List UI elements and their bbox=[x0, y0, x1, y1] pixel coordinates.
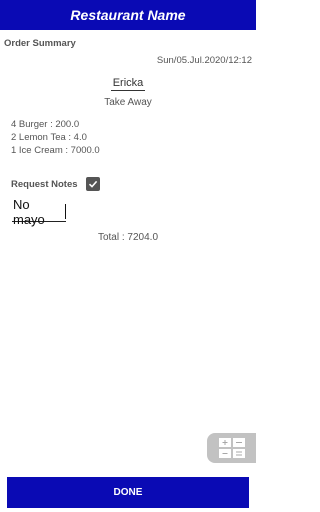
calculator-icon bbox=[218, 438, 245, 458]
calculator-button[interactable] bbox=[207, 433, 256, 463]
app-bar: Restaurant Name bbox=[0, 0, 256, 30]
app-title: Restaurant Name bbox=[70, 7, 186, 23]
text-caret bbox=[65, 204, 66, 219]
order-item: 4 Burger : 200.0 bbox=[11, 119, 80, 130]
order-datetime: Sun/05.Jul.2020/12:12 bbox=[156, 55, 252, 66]
customer-name-field[interactable]: Ericka bbox=[110, 77, 146, 91]
request-notes-input[interactable]: No mayo bbox=[12, 197, 66, 227]
request-notes-label: Request Notes bbox=[11, 178, 78, 190]
request-notes-text: No mayo bbox=[13, 196, 45, 227]
customer-name-row: Ericka bbox=[0, 73, 256, 91]
checkbox-checked-icon[interactable] bbox=[85, 177, 100, 191]
order-items-list: 4 Burger : 200.0 2 Lemon Tea : 4.0 1 Ice… bbox=[11, 118, 100, 157]
done-button[interactable]: DONE bbox=[7, 477, 249, 508]
order-item: 1 Ice Cream : 7000.0 bbox=[11, 145, 100, 156]
order-summary-heading: Order Summary bbox=[4, 38, 76, 49]
request-notes-row: Request Notes bbox=[11, 177, 100, 191]
order-total: Total : 7204.0 bbox=[97, 232, 159, 243]
order-item: 2 Lemon Tea : 4.0 bbox=[11, 132, 87, 143]
order-type: Take Away bbox=[104, 97, 152, 108]
